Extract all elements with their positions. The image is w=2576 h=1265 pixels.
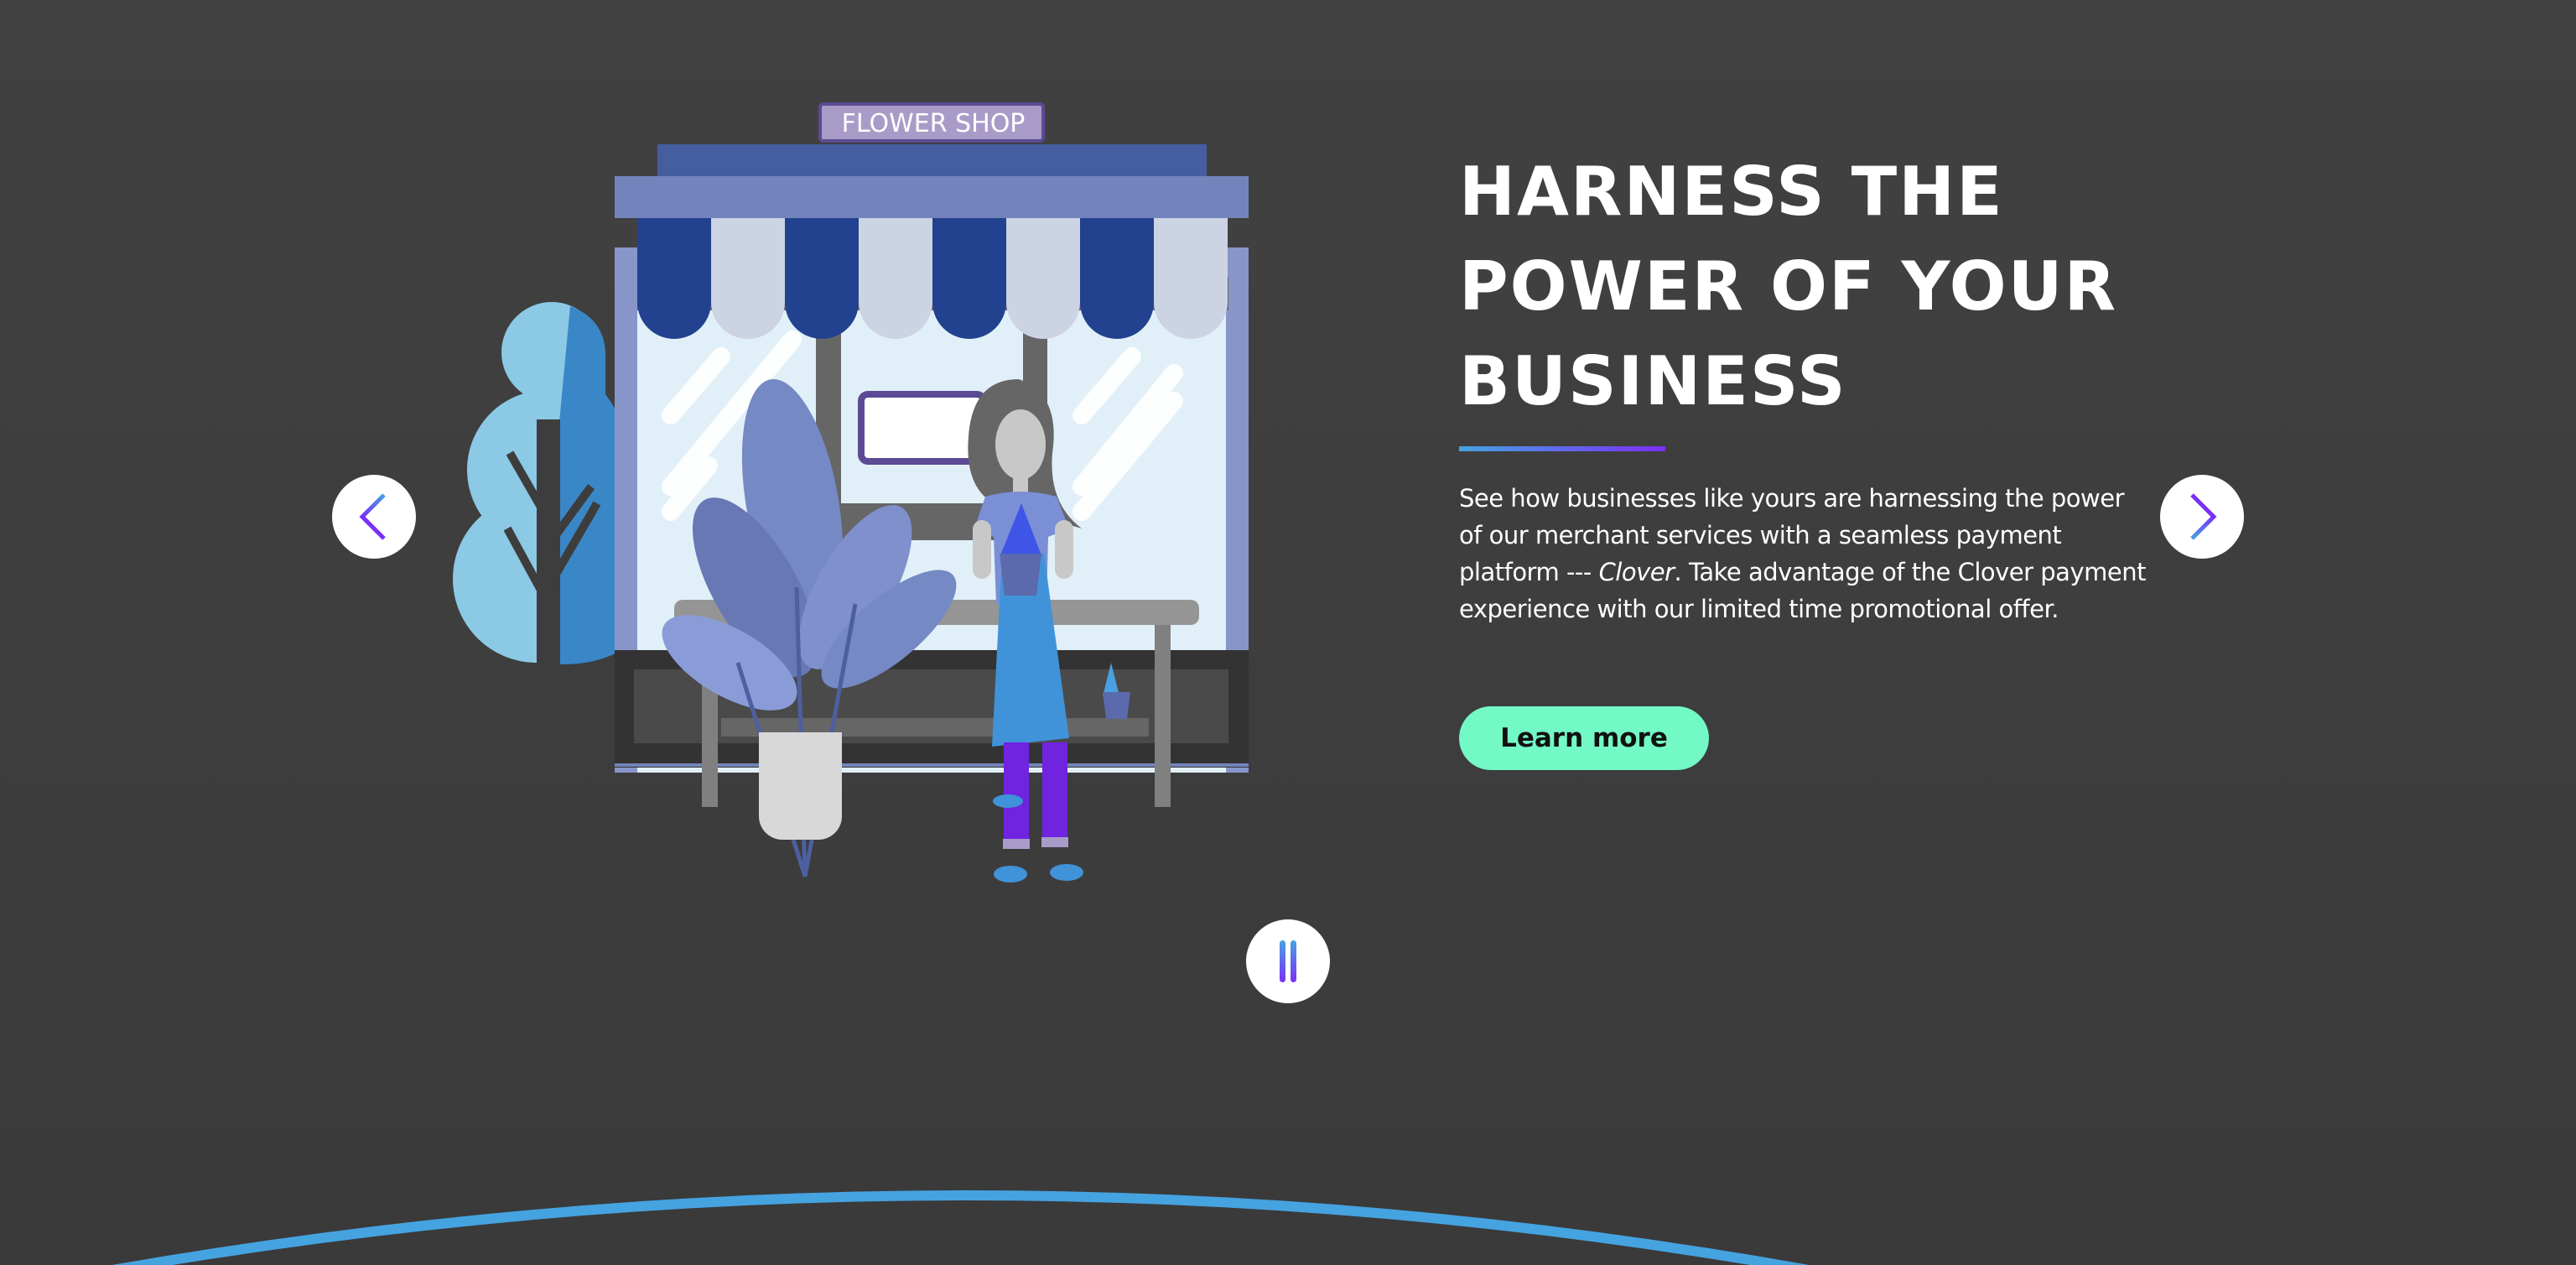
tree bbox=[453, 302, 637, 768]
brand-name: Clover bbox=[1598, 558, 1675, 586]
hero-title-line: POWER OF YOUR bbox=[1459, 247, 2118, 325]
pause-icon bbox=[1280, 940, 1296, 982]
title-underline bbox=[1459, 446, 1665, 451]
hero-title-line: BUSINESS bbox=[1459, 342, 1847, 420]
chevron-left-icon bbox=[359, 493, 386, 540]
previous-slide-button[interactable] bbox=[332, 475, 416, 559]
learn-more-button[interactable]: Learn more bbox=[1459, 706, 1709, 770]
hero-title-line: HARNESS THE bbox=[1459, 153, 2004, 231]
hero-title: HARNESS THE POWER OF YOUR BUSINESS bbox=[1459, 144, 2214, 429]
hero-description: See how businesses like yours are harnes… bbox=[1459, 480, 2147, 627]
decorative-arc bbox=[112, 1190, 1810, 1265]
next-slide-button[interactable] bbox=[2160, 475, 2244, 559]
pause-carousel-button[interactable] bbox=[1246, 919, 1330, 1003]
shop-sign-label: FLOWER SHOP bbox=[841, 109, 1026, 138]
chevron-right-icon bbox=[2190, 493, 2217, 540]
